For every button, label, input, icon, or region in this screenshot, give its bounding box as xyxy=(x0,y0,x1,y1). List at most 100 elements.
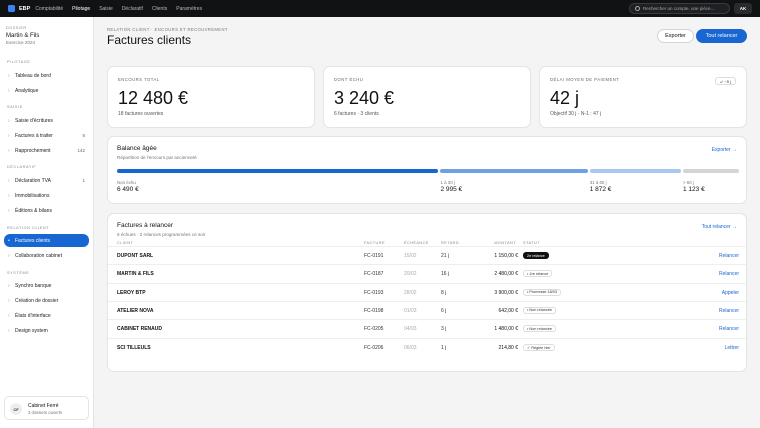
aging-subtitle: Répartition de l'encours par ancienneté xyxy=(117,155,197,160)
export-button[interactable]: Exporter xyxy=(657,29,694,43)
top-nav-parametres[interactable]: Paramètres xyxy=(176,6,202,12)
col-montant: MONTANT xyxy=(494,240,516,245)
bullet-icon: › xyxy=(8,117,10,124)
row-action-link[interactable]: Relancer xyxy=(719,253,739,259)
sidebar-item-tableau-de-bord[interactable]: › Tableau de bord xyxy=(4,69,89,82)
section-systeme: SYSTÈME xyxy=(7,271,30,275)
kpi-value: 3 240 € xyxy=(334,88,395,108)
sidebar-item-label: Factures clients xyxy=(15,237,51,244)
row-action-link[interactable]: Relancer xyxy=(719,308,739,314)
row-action-link[interactable]: Lettrer xyxy=(725,345,739,351)
delay: 16 j xyxy=(441,271,450,278)
kpi-value: 12 480 € xyxy=(118,88,189,108)
delay: 8 j xyxy=(441,289,447,296)
bullet-icon: › xyxy=(8,192,10,199)
relance-all-button[interactable]: Tout relancer xyxy=(696,29,747,43)
relances-subtitle: 6 échues · 2 relances programmées ce soi… xyxy=(117,232,206,237)
sidebar-item-saisie-ecritures[interactable]: › Saisie d'écritures xyxy=(4,114,89,127)
table-row[interactable]: MARTIN & FILS FC-0187 20/02 16 j 2 480,00 € •… xyxy=(108,264,748,282)
top-nav-comptabilite[interactable]: Comptabilité xyxy=(35,6,63,12)
top-nav-pilotage[interactable]: Pilotage xyxy=(72,6,90,12)
due-date: 01/03 xyxy=(404,307,417,314)
kpi-card-delai: DÉLAI MOYEN DE PAIEMENT ↙ −5 j 42 j Obje… xyxy=(539,66,747,128)
bullet-icon: › xyxy=(8,207,10,214)
count-badge: 8 xyxy=(82,133,85,138)
row-action-link[interactable]: Relancer xyxy=(719,326,739,332)
invoice-number: FC-0198 xyxy=(364,307,384,314)
table-row[interactable]: ATELIER NOVA FC-0198 01/03 6 j 642,00 € • Non… xyxy=(108,300,748,319)
sidebar-item-label: Tableau de bord xyxy=(15,72,51,79)
cabinet-sub: 3 dossiers ouverts xyxy=(28,410,62,415)
col-echeance: ÉCHÉANCE xyxy=(404,240,429,245)
search-icon xyxy=(635,6,640,11)
sidebar-item-factures-a-traiter[interactable]: › Factures à traiter 8 xyxy=(4,129,89,142)
row-action-link[interactable]: Appeler xyxy=(722,290,739,296)
sidebar-item-editions-bilans[interactable]: › Éditions & bilans xyxy=(4,204,89,217)
relances-title: Factures à relancer xyxy=(117,222,173,229)
table-row[interactable]: CABINET RENAUD FC-0205 04/03 3 j 1 480,00 € •… xyxy=(108,319,748,337)
relances-all-link[interactable]: Tout relancer → xyxy=(702,224,737,230)
amount: 2 480,00 € xyxy=(494,271,518,278)
sidebar-item-declaration-tva[interactable]: › Déclaration TVA 1 xyxy=(4,174,89,187)
top-nav-clients[interactable]: Clients xyxy=(152,6,167,12)
search-input[interactable]: Rechercher un compte, une pièce... xyxy=(629,3,730,14)
aging-bucket-value: 6 490 € xyxy=(117,186,139,193)
sidebar-item-synchro-banque[interactable]: › Synchro banque xyxy=(4,279,89,292)
aging-bucket-value: 2 995 € xyxy=(440,186,463,193)
sidebar-item-label: Rapprochement xyxy=(15,147,51,154)
cabinet-name: Cabinet Ferré xyxy=(28,403,59,409)
top-nav-declaratif[interactable]: Déclaratif xyxy=(122,6,143,12)
sidebar-item-immobilisations[interactable]: › Immobilisations xyxy=(4,189,89,202)
invoice-number: FC-0191 xyxy=(364,253,384,259)
amount: 214,80 € xyxy=(498,344,518,351)
col-facture: FACTURE xyxy=(364,240,385,245)
count-badge: 1 xyxy=(82,178,85,183)
app-brand: EBP xyxy=(19,5,31,12)
row-action-link[interactable]: Relancer xyxy=(719,271,739,277)
due-date: 04/03 xyxy=(404,326,417,333)
table-row[interactable]: DUPONT SARL FC-0191 15/02 21 j 1 150,00 € 2e … xyxy=(108,246,748,264)
aging-export-link[interactable]: Exporter → xyxy=(712,147,737,153)
aging-bucket-label: Non échu xyxy=(117,180,136,185)
cabinet-card[interactable]: CF Cabinet Ferré 3 dossiers ouverts xyxy=(4,396,89,420)
dossier-name[interactable]: Martin & Fils xyxy=(6,33,39,39)
status-badge: • Non relancée xyxy=(523,325,556,333)
dossier-exercice: Exercice 2024 xyxy=(6,40,36,45)
sidebar-item-collaboration-cabinet[interactable]: › Collaboration cabinet xyxy=(4,249,89,262)
status-badge: • Non relancée xyxy=(523,306,556,314)
client-name: DUPONT SARL xyxy=(117,253,154,259)
sidebar-item-label: Factures à traiter xyxy=(15,132,53,139)
delay: 6 j xyxy=(441,307,447,314)
client-name: ATELIER NOVA xyxy=(117,307,154,314)
table-row[interactable]: SCI TILLEULS FC-0206 06/03 1 j 214,80 € ✓ Rég… xyxy=(108,337,748,356)
sidebar-item-label: Création de dossier xyxy=(15,297,59,304)
top-nav-saisie[interactable]: Saisie xyxy=(99,6,113,12)
aging-bucket-label: 1 à 30 j xyxy=(440,180,455,185)
app-logo-icon xyxy=(8,5,15,12)
user-avatar[interactable]: AK xyxy=(734,3,752,14)
delay: 1 j xyxy=(441,344,447,351)
client-name: SCI TILLEULS xyxy=(117,344,151,351)
bullet-icon: › xyxy=(8,327,10,334)
col-client: CLIENT xyxy=(117,240,134,245)
table-row[interactable]: LEROY BTP FC-0193 28/02 8 j 3 900,00 € • Prom… xyxy=(108,282,748,301)
bullet-icon: › xyxy=(8,72,10,79)
sidebar-item-analytique[interactable]: › Analytique xyxy=(4,84,89,97)
sidebar-item-factures-clients[interactable]: • Factures clients xyxy=(4,234,89,247)
sidebar-item-etats-interface[interactable]: › États d'interface xyxy=(4,309,89,322)
col-retard: RETARD xyxy=(441,240,460,245)
amount: 1 150,00 € xyxy=(494,253,518,259)
kpi-label: ENCOURS TOTAL xyxy=(118,77,160,82)
aging-bar-segment xyxy=(117,169,439,173)
bullet-icon: › xyxy=(8,297,10,304)
client-name: CABINET RENAUD xyxy=(117,326,162,333)
aging-title: Balance âgée xyxy=(117,145,157,152)
kpi-card-echu: DONT ÉCHU 3 240 € 6 factures · 3 clients xyxy=(323,66,531,128)
sidebar-item-design-system[interactable]: › Design system xyxy=(4,324,89,337)
delay: 3 j xyxy=(441,326,447,333)
due-date: 06/03 xyxy=(404,344,417,351)
bullet-icon: › xyxy=(8,177,10,184)
sidebar-item-rapprochement[interactable]: › Rapprochement 142 xyxy=(4,144,89,157)
section-declaratif: DÉCLARATIF xyxy=(7,165,37,169)
sidebar-item-creation-dossier[interactable]: › Création de dossier xyxy=(4,294,89,307)
